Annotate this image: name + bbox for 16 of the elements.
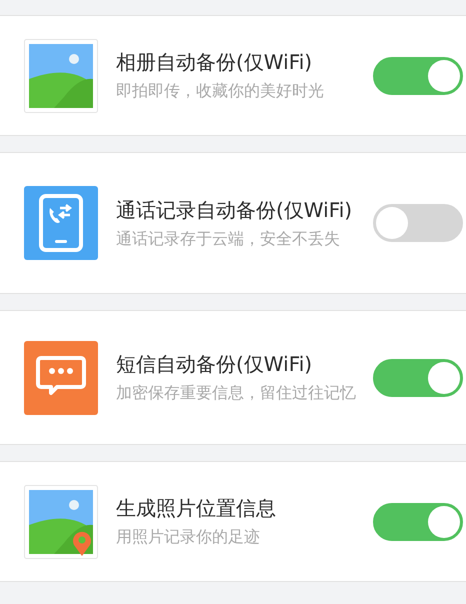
setting-description: 加密保存重要信息，留住过往记忆 bbox=[116, 383, 357, 404]
setting-title: 相册自动备份(仅WiFi) bbox=[116, 49, 314, 76]
phone-call-icon bbox=[24, 186, 98, 260]
landscape-icon bbox=[24, 38, 98, 112]
toggle-switch[interactable] bbox=[373, 358, 463, 396]
toggle-switch[interactable] bbox=[373, 204, 463, 242]
setting-description: 即拍即传，收藏你的美好时光 bbox=[116, 81, 325, 102]
landscape-pin-icon bbox=[24, 484, 98, 558]
setting-description: 通话记录存于云端，安全不丢失 bbox=[116, 228, 341, 250]
setting-title: 通话记录自动备份(仅WiFi) bbox=[116, 196, 354, 223]
chat-bubble-icon bbox=[24, 340, 98, 414]
toggle-switch[interactable] bbox=[373, 56, 463, 94]
setting-title: 短信自动备份(仅WiFi) bbox=[116, 351, 314, 378]
toggle-switch[interactable] bbox=[373, 502, 463, 540]
setting-title: 生成照片位置信息 bbox=[116, 495, 277, 522]
setting-description: 用照片记录你的足迹 bbox=[116, 527, 261, 548]
